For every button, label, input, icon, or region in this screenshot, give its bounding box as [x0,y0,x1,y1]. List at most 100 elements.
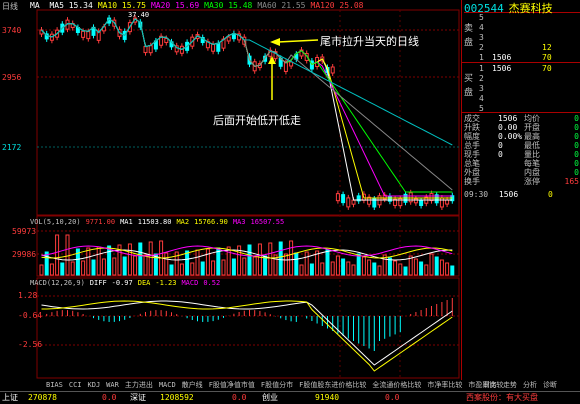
volume-legend-item: 11503.80 [137,218,172,226]
indicator-tabs: BIAS CCI KDJ WAR 主力进出 MACD 散户线 F股值净值市值 F股值分市 F股值股… [0,380,580,391]
panel-tab[interactable]: 诊断 [543,381,557,389]
volume-bar [304,251,309,276]
volume-bar [81,260,86,276]
ticker-item[interactable]: 上证 [2,392,18,404]
indicator-tab[interactable]: F股值净值市值 [209,381,255,389]
ticker-item[interactable]: 0.0 [102,392,116,404]
sell-level-2: 2 12 [479,43,552,52]
ticker-item[interactable]: 0.0 [232,392,246,404]
volume-bar [91,259,96,276]
price-tick-3: 2172 [2,143,22,152]
volume-bar [122,256,127,276]
indicator-tab[interactable]: KDJ [88,381,101,389]
indicator-tab[interactable]: F股值股东进价格比较 [299,381,366,389]
candle-body [226,36,231,42]
volume-legend-item: 15766.90 [194,218,228,226]
volume-bar [60,262,65,276]
kline-chart[interactable]: 日线 MA MA5 15.34 MA10 15.75 MA20 15.69 MA30 … [0,0,460,380]
volume-bar [179,263,184,276]
volume-bar [289,240,294,276]
volume-bar [351,264,356,276]
candle-body [81,30,86,38]
volume-bar [143,254,148,276]
ma-legend-item: MA120 25.08 [310,1,364,10]
ticker-item[interactable]: 1208592 [160,392,194,404]
macd-legend-item: DEA [137,279,151,287]
sell-side-label: 卖盘 [464,24,474,48]
volume-legend-item: 16507.55 [250,218,285,226]
candle-body [164,37,169,43]
buy-side-label: 买盘 [464,74,474,98]
candle-body [335,193,340,202]
volume-bar [195,249,200,276]
volume-legend-item: 9771.00 [85,218,116,226]
volume-bar [434,256,439,276]
macd-tick-3: -2.56 [18,340,43,349]
volume-bar [231,258,236,276]
ma-legend-item: MA5 15.34 [49,1,93,10]
volume-bar [127,243,132,276]
macd-legend-item: -0.97 [111,279,133,287]
volume-bar [346,261,351,276]
candle-body [419,199,424,206]
volume-legend-item: VOL(5,10,20) [30,218,81,226]
volume-bar [294,252,299,276]
buy-level-2: 2 [479,74,484,83]
ma-legend: MA MA5 15.34 MA10 15.75 MA20 15.69 MA30 15.… [30,1,368,10]
quote-panel: 002544 杰赛科技 5 4 3 2 12 1 1506 70 卖盘 1 1506 70 2 3 4 5 买盘… [461,0,580,380]
candle-body [143,46,148,54]
indicator-tab[interactable]: BIAS [46,381,63,389]
volume-tick-1: 59973 [12,227,37,236]
volume-bar [86,247,91,276]
volume-bar [356,253,361,276]
indicator-tab[interactable]: MACD [159,381,176,389]
volume-bar [205,248,210,276]
volume-bar [377,265,382,276]
volume-bar [185,250,190,276]
panel-tab[interactable]: 走势 [503,381,517,389]
panel-tab[interactable]: 分析 [523,381,537,389]
volume-bar [320,262,325,276]
indicator-tab[interactable]: F股值分市 [261,381,293,389]
buy-level-4: 4 [479,94,484,103]
indicator-tab[interactable]: 散户线 [182,381,203,389]
candle-body [439,197,444,208]
price-tick-1: 3740 [2,26,22,35]
macd-tick-2: -0.64 [18,311,43,320]
buy-level-1: 1 1506 70 [479,64,552,73]
volume-legend: VOL(5,10,20) 9771.00 MA1 11503.80 MA2 15766.9… [30,218,289,226]
volume-bar [169,264,174,276]
ticker-item[interactable]: 270878 [28,392,57,404]
volume-bar [49,263,54,276]
ticker-item[interactable]: 深证 [130,392,146,404]
chart-canvas[interactable] [0,0,460,380]
volume-bar [429,253,434,276]
period-label[interactable]: 日线 [2,1,18,12]
volume-legend-item: MA1 [120,218,133,226]
volume-legend-item: MA2 [176,218,190,226]
volume-bar [226,246,231,276]
panel-tab[interactable]: 财务 [483,381,497,389]
volume-bar [211,260,216,276]
indicator-tab[interactable]: 全流通价格比较 [372,381,421,389]
indicator-tab[interactable]: 市净率比较 [427,381,462,389]
macd-legend-item: MACD [181,279,199,287]
ticker-item[interactable]: 0.0 [385,392,399,404]
volume-bar [268,242,273,276]
annotation-arrowhead-1 [270,38,280,46]
divider [462,62,580,63]
ticker-news[interactable]: 西案股份：有大买盘 [466,392,538,404]
macd-tick-1: 1.28 [18,291,38,300]
indicator-tab[interactable]: 主力进出 [125,381,153,389]
volume-bar [419,261,424,276]
volume-bar [164,252,169,276]
ticker-item[interactable]: 91940 [315,392,339,404]
candle-body [351,199,356,205]
candle-body [346,197,351,208]
volume-bar [252,256,257,276]
volume-bar [278,241,283,276]
indicator-tab[interactable]: CCI [69,381,82,389]
ticker-item[interactable]: 创业 [262,392,278,404]
indicator-tab[interactable]: WAR [106,381,119,389]
volume-bar [107,245,112,276]
